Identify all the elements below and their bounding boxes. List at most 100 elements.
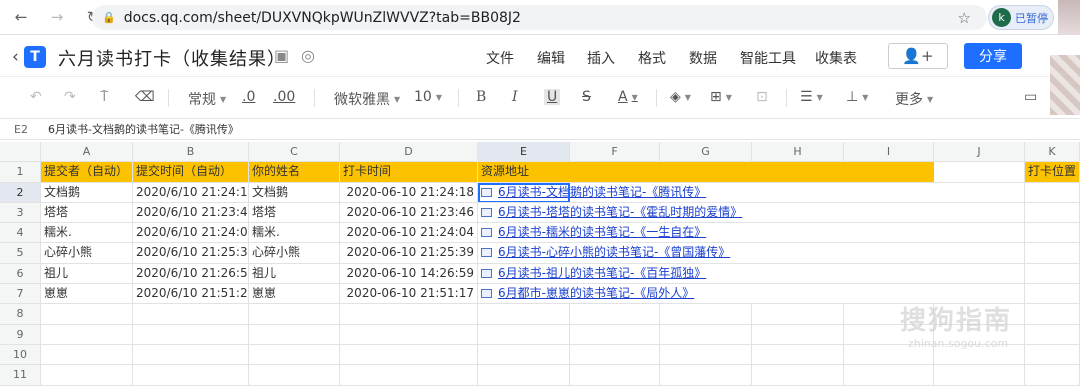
table-cell[interactable] bbox=[752, 365, 844, 386]
table-cell[interactable] bbox=[41, 304, 133, 325]
menu-format[interactable]: 格式 bbox=[638, 48, 666, 68]
table-cell[interactable] bbox=[1025, 344, 1080, 366]
table-cell[interactable] bbox=[249, 324, 340, 345]
cell-reference[interactable]: E2 bbox=[14, 123, 28, 136]
column-header-c[interactable]: C bbox=[249, 142, 340, 163]
format-painter-icon[interactable]: ⍑ bbox=[100, 89, 108, 105]
fill-color-icon[interactable]: ◈ ▼ bbox=[670, 89, 691, 105]
row-number[interactable]: 1 bbox=[0, 162, 41, 183]
tencent-docs-logo-icon[interactable]: T bbox=[24, 46, 46, 68]
table-cell[interactable] bbox=[752, 324, 844, 345]
undo-icon[interactable]: ↶ bbox=[30, 89, 42, 105]
row-number[interactable]: 11 bbox=[0, 365, 41, 386]
table-cell[interactable]: 2020/6/10 21:24:04 bbox=[133, 223, 249, 244]
row-number[interactable]: 8 bbox=[0, 304, 41, 325]
table-cell[interactable]: 2020/6/10 21:25:39 bbox=[133, 243, 249, 264]
menu-file[interactable]: 文件 bbox=[486, 48, 514, 68]
table-cell[interactable]: 崽崽 bbox=[249, 284, 340, 305]
table-cell[interactable]: 心碎小熊 bbox=[249, 243, 340, 264]
more-menu[interactable]: 更多 ▼ bbox=[895, 89, 933, 109]
table-cell[interactable] bbox=[934, 243, 1025, 264]
column-header-e[interactable]: E bbox=[478, 142, 570, 163]
table-cell[interactable] bbox=[660, 304, 752, 325]
table-cell[interactable]: 2020-06-10 21:25:39 bbox=[340, 243, 478, 264]
vertical-align-icon[interactable]: ⊥ ▼ bbox=[846, 89, 868, 105]
column-header-a[interactable]: A bbox=[41, 142, 133, 163]
table-cell[interactable] bbox=[934, 182, 1025, 203]
table-cell[interactable]: 糯米. bbox=[41, 223, 133, 244]
table-cell[interactable] bbox=[133, 365, 249, 386]
formula-input[interactable]: 6月读书-文档鹅的读书笔记-《腾讯传》 bbox=[48, 121, 239, 137]
menu-data[interactable]: 数据 bbox=[689, 48, 717, 68]
header-cell[interactable] bbox=[934, 162, 1025, 183]
header-cell[interactable]: 资源地址 bbox=[478, 162, 934, 183]
font-size-select[interactable]: 10 ▼ bbox=[414, 89, 442, 105]
table-cell[interactable] bbox=[934, 223, 1025, 244]
table-cell[interactable] bbox=[478, 324, 570, 345]
header-cell[interactable]: 打卡位置 bbox=[1025, 162, 1080, 183]
resource-link[interactable]: 6月都市-崽崽的读书笔记-《局外人》 bbox=[481, 284, 694, 303]
table-cell[interactable] bbox=[340, 304, 478, 325]
resource-link[interactable]: 6月读书-塔塔的读书笔记-《霍乱时期的爱情》 bbox=[481, 203, 742, 222]
table-cell[interactable] bbox=[133, 304, 249, 325]
column-header-i[interactable]: I bbox=[844, 142, 934, 163]
table-cell[interactable] bbox=[249, 304, 340, 325]
menu-collect-form[interactable]: 收集表 bbox=[815, 48, 857, 68]
forward-arrow-icon[interactable]: → bbox=[46, 6, 68, 28]
header-cell[interactable]: 你的姓名 bbox=[249, 162, 340, 183]
table-cell[interactable] bbox=[1025, 284, 1080, 305]
table-cell[interactable] bbox=[844, 365, 934, 386]
table-cell[interactable] bbox=[249, 344, 340, 366]
table-cell[interactable] bbox=[133, 344, 249, 366]
table-cell[interactable]: 文档鹅 bbox=[249, 182, 340, 203]
menu-smart-tools[interactable]: 智能工具 bbox=[740, 48, 796, 68]
table-cell[interactable]: 塔塔 bbox=[249, 202, 340, 224]
table-cell[interactable] bbox=[249, 365, 340, 386]
table-cell[interactable]: 祖儿 bbox=[249, 263, 340, 285]
profile-button[interactable]: k 已暂停 bbox=[988, 5, 1054, 30]
column-header-k[interactable]: K bbox=[1025, 142, 1080, 163]
back-arrow-icon[interactable]: ← bbox=[10, 6, 32, 28]
header-cell[interactable]: 打卡时间 bbox=[340, 162, 478, 183]
font-family-select[interactable]: 微软雅黑 ▼ bbox=[334, 89, 400, 109]
table-cell[interactable] bbox=[934, 365, 1025, 386]
font-color-icon[interactable]: A ▼ bbox=[618, 89, 638, 105]
table-cell[interactable] bbox=[1025, 304, 1080, 325]
table-cell[interactable] bbox=[1025, 182, 1080, 203]
table-cell[interactable]: 崽崽 bbox=[41, 284, 133, 305]
table-cell[interactable] bbox=[340, 365, 478, 386]
table-cell[interactable]: 2020-06-10 21:51:17 bbox=[340, 284, 478, 305]
table-cell[interactable] bbox=[478, 304, 570, 325]
comment-icon[interactable]: ▭ bbox=[1024, 89, 1037, 105]
bookmark-star-icon[interactable]: ☆ bbox=[958, 9, 971, 27]
row-number[interactable]: 9 bbox=[0, 324, 41, 345]
menu-insert[interactable]: 插入 bbox=[587, 48, 615, 68]
star-icon[interactable]: ☆ bbox=[250, 46, 264, 65]
strikethrough-icon[interactable]: S bbox=[582, 89, 591, 105]
table-cell[interactable] bbox=[660, 365, 752, 386]
increase-decimal-button[interactable]: .00 bbox=[273, 89, 295, 105]
underline-icon[interactable]: U bbox=[544, 89, 561, 105]
cloud-saved-icon[interactable]: ◎ bbox=[301, 46, 315, 65]
table-cell[interactable] bbox=[133, 324, 249, 345]
row-number[interactable]: 3 bbox=[0, 202, 41, 224]
table-cell[interactable]: 6月读书-心碎小熊的读书笔记-《曾国藩传》 bbox=[478, 243, 934, 264]
table-cell[interactable]: 2020-06-10 14:26:59 bbox=[340, 263, 478, 285]
table-cell[interactable] bbox=[1025, 263, 1080, 285]
table-cell[interactable] bbox=[660, 344, 752, 366]
table-cell[interactable] bbox=[934, 263, 1025, 285]
column-header-b[interactable]: B bbox=[133, 142, 249, 163]
table-cell[interactable] bbox=[752, 304, 844, 325]
table-cell[interactable]: 2020/6/10 21:24:18 bbox=[133, 182, 249, 203]
table-cell[interactable] bbox=[1025, 223, 1080, 244]
table-cell[interactable] bbox=[340, 324, 478, 345]
table-cell[interactable] bbox=[660, 324, 752, 345]
row-number[interactable]: 4 bbox=[0, 223, 41, 244]
column-header-g[interactable]: G bbox=[660, 142, 752, 163]
resource-link[interactable]: 6月读书-祖儿的读书笔记-《百年孤独》 bbox=[481, 264, 706, 283]
table-cell[interactable] bbox=[570, 324, 660, 345]
address-bar[interactable]: 🔒 docs.qq.com/sheet/DUXVNQkpWUnZlWVVZ?ta… bbox=[92, 5, 987, 30]
table-cell[interactable]: 2020/6/10 21:23:46 bbox=[133, 202, 249, 224]
column-header-j[interactable]: J bbox=[934, 142, 1025, 163]
clear-format-icon[interactable]: ⌫ bbox=[135, 89, 155, 105]
